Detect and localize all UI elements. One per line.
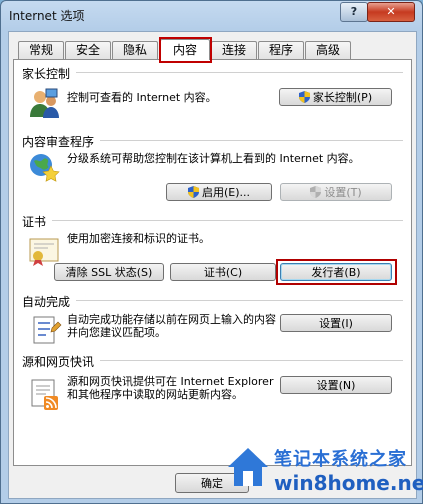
tab-advanced[interactable]: 高级 [305,41,351,59]
tab-programs[interactable]: 程序 [258,41,304,59]
parental-controls-button-label: 家长控制(P) [312,91,373,104]
house-logo-icon [228,448,268,486]
dialog-client-area: 常规 安全 隐私 内容 连接 程序 高级 家长控制 控制可查看的 Interne… [8,31,417,499]
site-watermark: 笔记本系统之家 win8home.net [224,441,423,504]
help-button[interactable]: ? [340,2,368,22]
feeds-settings-button[interactable]: 设置(N) [280,376,392,394]
globe-star-icon [30,154,60,182]
advisor-description: 分级系统可帮助您控制在该计算机上看到的 Internet 内容。 [67,152,360,165]
parental-description: 控制可查看的 Internet 内容。 [67,91,217,104]
close-button[interactable]: ✕ [367,2,415,22]
feeds-description: 源和网页快讯提供可在 Internet Explorer 和其他程序中读取的网站… [67,375,274,401]
section-divider [22,220,403,221]
publishers-button[interactable]: 发行者(B) [280,263,392,281]
form-pencil-icon [33,316,62,344]
feeds-section-title: 源和网页快讯 [22,353,101,370]
watermark-url: win8home.net [274,471,423,495]
tab-security[interactable]: 安全 [65,41,111,59]
clear-ssl-state-button[interactable]: 清除 SSL 状态(S) [54,263,164,281]
advisor-section-title: 内容审查程序 [22,133,101,150]
tab-connections[interactable]: 连接 [211,41,257,59]
tab-privacy[interactable]: 隐私 [112,41,158,59]
tab-general[interactable]: 常规 [18,41,64,59]
window-title: Internet 选项 [9,9,85,23]
autocomplete-section-title: 自动完成 [22,293,77,310]
autocomplete-settings-button[interactable]: 设置(I) [280,314,392,332]
advisor-settings-button[interactable]: 设置(T) [280,183,392,201]
section-divider [22,72,403,73]
title-bar[interactable]: Internet 选项 ? ✕ [1,1,422,29]
autocomplete-description: 自动完成功能存储以前在网页上输入的内容并向您建议匹配项。 [67,313,276,339]
uac-shield-icon [310,186,322,198]
section-divider [22,300,403,301]
uac-shield-icon [187,186,199,198]
parental-control-users-icon [30,88,59,118]
certs-section-title: 证书 [22,213,53,230]
uac-shield-icon [298,91,310,103]
internet-options-dialog: Internet 选项 ? ✕ 常规 安全 隐私 内容 连接 程序 高级 家长控… [0,0,423,504]
content-tab-panel: 家长控制 控制可查看的 Internet 内容。 家长控制(P) 内容审查程序 … [13,59,412,466]
rss-feed-icon [31,379,58,410]
parental-controls-button[interactable]: 家长控制(P) [279,88,392,106]
tab-content[interactable]: 内容 [160,39,210,60]
parental-section-title: 家长控制 [22,65,77,82]
advisor-settings-button-label: 设置(T) [324,186,362,199]
watermark-title: 笔记本系统之家 [274,449,407,470]
enable-advisor-button-label: 启用(E)... [201,186,251,199]
enable-advisor-button[interactable]: 启用(E)... [166,183,272,201]
certificates-button[interactable]: 证书(C) [170,263,276,281]
certs-description: 使用加密连接和标识的证书。 [67,232,210,245]
